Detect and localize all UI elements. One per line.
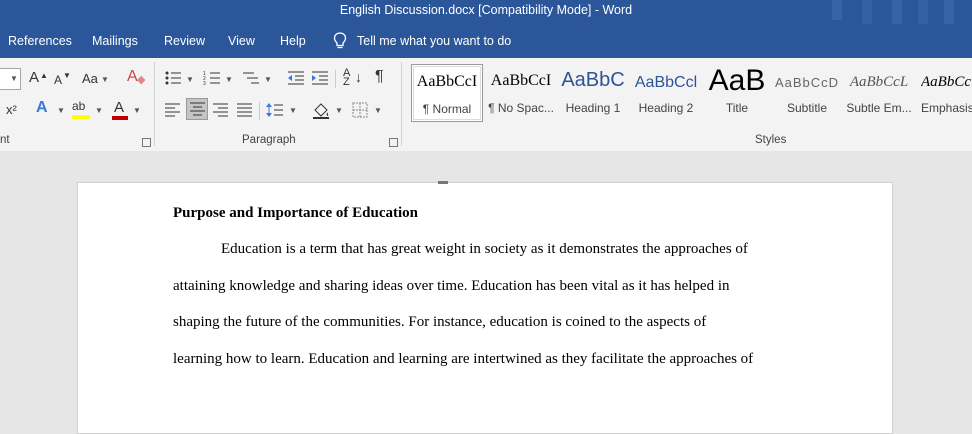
tab-view[interactable]: View [228,34,255,48]
tell-me-label: Tell me what you want to do [357,34,512,48]
font-color-icon[interactable]: A [114,100,124,116]
title-bar: English Discussion.docx [Compatibility M… [0,0,972,44]
style-no-spacing[interactable]: AaBbCcI ¶ No Spac... [485,64,557,122]
chevron-down-icon: ▼ [57,106,65,115]
style-sample: AaBbCcL [849,74,909,90]
tab-help[interactable]: Help [280,34,306,48]
chevron-down-icon: ▼ [101,75,109,84]
style-heading-1[interactable]: AaBbC Heading 1 [557,64,629,122]
style-emphasis[interactable]: AaBbCc Emphasis [915,64,972,122]
tab-references[interactable]: References [8,34,72,48]
shrink-font-icon[interactable]: A [54,72,62,88]
change-case-icon[interactable]: Aa [82,71,98,87]
tab-review[interactable]: Review [164,34,205,48]
style-name: Heading 1 [565,101,621,115]
style-name: Title [725,101,749,115]
increase-indent-icon[interactable] [311,70,329,86]
style-name: ¶ Normal [422,102,472,116]
show-formatting-icon[interactable]: ¶ [375,69,384,85]
svg-text:3: 3 [203,81,206,86]
multilevel-list-icon[interactable] [242,70,260,86]
document-line: attaining knowledge and sharing ideas ov… [173,278,730,294]
document-line: learning how to learn. Education and lea… [173,351,754,367]
style-sample: AaBbCcI [416,73,478,90]
numbering-icon[interactable]: 123 [203,70,221,86]
style-name: ¶ No Spac... [488,101,554,115]
document-page[interactable]: Purpose and Importance of Education Educ… [77,181,893,434]
document-heading: Purpose and Importance of Education [173,205,419,221]
document-area: Purpose and Importance of Education Educ… [0,151,972,434]
chevron-down-icon: ▼ [10,74,18,83]
style-title[interactable]: AaB Title [701,64,773,122]
style-sample: AaBbC [561,69,625,91]
clipped-text-fragment [438,181,448,184]
eraser-icon: ◆ [137,74,146,86]
align-right-icon[interactable] [213,103,229,117]
toolbar-divider [335,70,336,88]
decrease-indent-icon[interactable] [287,70,305,86]
lightbulb-icon [333,32,347,49]
align-center-icon [190,102,205,116]
highlight-icon[interactable]: ab [72,98,85,114]
sort-arrow-icon: ↓ [355,69,362,85]
style-normal[interactable]: AaBbCcI ¶ Normal [411,64,483,122]
shading-icon[interactable] [312,101,330,119]
group-separator [401,62,402,146]
style-name: Subtle Em... [846,101,912,115]
chevron-down-icon: ▼ [95,106,103,115]
toolbar-divider [259,102,260,120]
styles-gallery: AaBbCcI ¶ Normal AaBbCcI ¶ No Spac... Aa… [411,64,972,122]
group-separator [154,62,155,146]
borders-icon[interactable] [352,102,368,118]
font-color-bar [112,116,128,120]
grow-arrow-icon: ▲ [40,71,48,80]
styles-group-label: Styles [755,134,787,146]
chevron-down-icon: ▼ [264,75,272,84]
bullets-icon[interactable] [164,70,182,86]
chevron-down-icon: ▼ [133,106,141,115]
grow-font-icon[interactable]: A [29,70,39,86]
justify-icon[interactable] [237,103,253,117]
style-sample: AaBbCc [921,74,971,90]
paragraph-dialog-launcher[interactable] [389,138,398,147]
font-dialog-launcher[interactable] [142,138,151,147]
font-size-box[interactable]: ▼ [0,68,21,90]
shrink-arrow-icon: ▼ [63,71,71,80]
line-spacing-icon[interactable] [266,102,284,118]
style-sample: AaB [708,64,766,97]
paragraph-group-label: Paragraph [242,134,296,146]
style-name: Subtitle [786,101,828,115]
chevron-down-icon: ▼ [289,106,297,115]
window-title: English Discussion.docx [Compatibility M… [339,3,633,17]
font-group-label: nt [0,134,10,146]
chevron-down-icon: ▼ [186,75,194,84]
chevron-down-icon: ▼ [225,75,233,84]
tab-mailings[interactable]: Mailings [92,34,138,48]
style-sample: AaBbCcl [634,74,698,91]
tell-me-search[interactable]: Tell me what you want to do [333,32,511,50]
style-sample: AaBbCcD [774,75,840,90]
text-effects-icon[interactable]: A [36,100,48,116]
chevron-down-icon: ▼ [374,106,382,115]
align-left-icon[interactable] [165,103,181,117]
style-name: Heading 2 [638,101,694,115]
style-heading-2[interactable]: AaBbCcl Heading 2 [630,64,702,122]
style-sample: AaBbCcI [490,72,552,89]
document-line: Education is a term that has great weigh… [221,241,748,257]
style-name: Emphasis [921,101,972,115]
chevron-down-icon: ▼ [335,106,343,115]
superscript-icon[interactable]: x² [6,102,17,118]
style-subtle-emphasis[interactable]: AaBbCcL Subtle Em... [843,64,915,122]
ribbon-tabs: References Mailings Review View Help Tel… [0,24,972,58]
document-line: shaping the future of the communities. F… [173,314,707,330]
align-center-button[interactable] [186,98,208,120]
highlight-color-bar [72,115,90,119]
style-subtitle[interactable]: AaBbCcD Subtitle [771,64,843,122]
